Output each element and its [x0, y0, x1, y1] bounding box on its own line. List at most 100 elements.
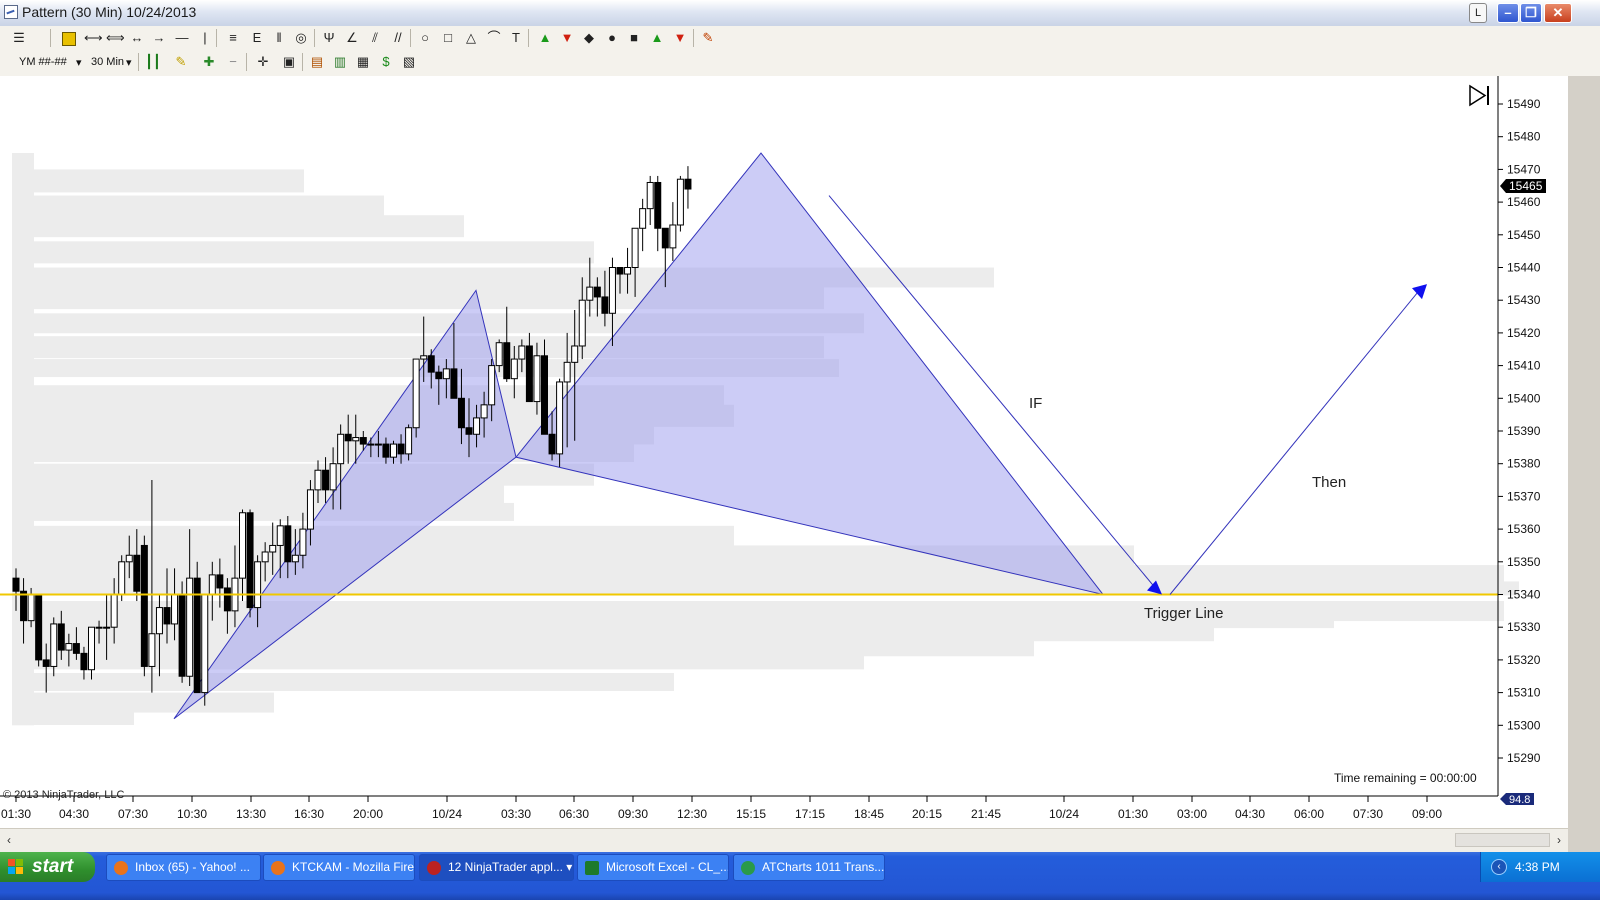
ellipse-icon[interactable]: ○ [416, 29, 434, 47]
time-tick-label: 06:00 [1294, 807, 1324, 821]
start-button[interactable]: start [0, 852, 95, 882]
vertical-line-icon[interactable]: | [196, 29, 214, 47]
candle-body [88, 626, 95, 671]
candle-body [125, 554, 133, 563]
maximize-button[interactable]: ❐ [1520, 3, 1542, 23]
fib-timezone-icon[interactable]: ‖ [270, 29, 288, 47]
square-icon[interactable]: ■ [625, 29, 643, 47]
diamond-icon[interactable]: ◆ [580, 29, 598, 47]
interval-selector[interactable]: 30 Min [91, 56, 124, 68]
extended-line-icon[interactable]: ↔ [128, 29, 146, 47]
price-tick-label: 15450 [1507, 228, 1541, 242]
candle-body [208, 574, 216, 596]
candle-body [473, 417, 481, 435]
time-tick-label: 03:00 [1177, 807, 1207, 821]
time-remaining-label: Time remaining = 00:00:00 [1334, 771, 1477, 785]
fib-circle-icon[interactable]: ◎ [292, 29, 310, 47]
then-label: Then [1312, 474, 1346, 491]
candle-body [525, 345, 533, 403]
price-tag: 15465 [1500, 179, 1546, 193]
horizontal-line-icon[interactable]: — [173, 29, 191, 47]
candle-body [390, 443, 397, 458]
candle-body [450, 368, 458, 399]
dot-icon[interactable]: ● [603, 29, 621, 47]
menu-icon[interactable]: ☰ [10, 29, 28, 47]
windows-logo-icon [8, 859, 23, 874]
candle-body [314, 469, 322, 491]
rectangle-icon[interactable]: □ [439, 29, 457, 47]
window-title: Pattern (30 Min) 10/24/2013 [22, 4, 197, 20]
candle-body [646, 181, 654, 210]
if-label: IF [1029, 395, 1042, 412]
time-tick-label: 18:45 [854, 807, 884, 821]
triangle-down-icon[interactable]: ▼ [671, 29, 689, 47]
minimize-button[interactable]: – [1497, 3, 1519, 23]
then-arrow-line[interactable] [1169, 286, 1423, 595]
price-tick-label: 15380 [1507, 457, 1541, 471]
arrow-down-icon[interactable]: ▼ [558, 29, 576, 47]
triangle-icon[interactable]: △ [462, 29, 480, 47]
pencil-icon[interactable]: ✎ [172, 53, 190, 71]
dollar-icon[interactable]: $ [377, 53, 395, 71]
time-tick-label: 01:30 [1, 807, 31, 821]
time-tick-label: 15:15 [736, 807, 766, 821]
candle-body [163, 607, 171, 625]
link-button[interactable]: L [1469, 3, 1487, 23]
scroll-right-icon[interactable]: › [1552, 833, 1566, 847]
text-icon[interactable]: T [507, 29, 525, 47]
line-icon[interactable]: ⟷ [84, 29, 103, 47]
volume-profile-bar [34, 627, 1214, 642]
price-chart[interactable]: IF Then Trigger Line 15490 15480 15470 1546… [0, 76, 1568, 828]
taskbar-item-ninjatrader[interactable]: 12 NinjaTrader appl... ▾ [419, 854, 574, 881]
taskbar-item-yahoo[interactable]: Inbox (65) - Yahoo! ... [106, 854, 261, 881]
crosshair-icon[interactable]: ✛ [254, 53, 272, 71]
fib-extension-icon[interactable]: E [248, 29, 266, 47]
price-tick-label: 15310 [1507, 686, 1541, 700]
regression-channel-icon[interactable]: ⫽ [366, 29, 384, 47]
data-box-icon[interactable]: ▣ [280, 53, 298, 71]
taskbar-item-atcharts[interactable]: ATCharts 1011 Trans... [733, 854, 885, 881]
triangle-up-icon[interactable]: ▲ [648, 29, 666, 47]
instrument-dropdown-icon[interactable]: ▾ [76, 56, 82, 69]
candle-body [480, 404, 488, 419]
trend-channel-icon[interactable]: // [389, 29, 407, 47]
candle-body [171, 594, 179, 625]
andrews-pitchfork-icon[interactable]: Ψ [320, 29, 338, 47]
candle-body [140, 544, 148, 667]
arc-icon[interactable]: ⌒ [485, 29, 503, 47]
scroll-left-icon[interactable]: ‹ [2, 833, 16, 847]
interval-dropdown-icon[interactable]: ▾ [126, 56, 132, 69]
candle-body [510, 358, 518, 380]
skip-to-end-icon[interactable] [1469, 84, 1489, 107]
ray-icon[interactable]: ⟺ [106, 29, 125, 47]
tray-expand-icon[interactable]: ‹ [1491, 859, 1507, 875]
arrow-up-icon[interactable]: ▲ [536, 29, 554, 47]
taskbar-item-excel[interactable]: Microsoft Excel - CL_... [577, 854, 729, 881]
taskbar: start Inbox (65) - Yahoo! ... KTCKAM - M… [0, 852, 1600, 900]
taskbar-item-ktckam[interactable]: KTCKAM - Mozilla Fire... [263, 854, 415, 881]
candle-body [405, 427, 413, 455]
zoom-in-icon[interactable]: ✚ [200, 53, 218, 71]
ruler-icon[interactable]: ✎ [699, 29, 717, 47]
price-chart-panel[interactable]: IF Then Trigger Line 15490 15480 15470 1546… [0, 76, 1568, 828]
instrument-selector[interactable]: YM ##-## [19, 56, 67, 68]
label-icon[interactable] [60, 29, 78, 47]
strategies-icon[interactable]: ▥ [331, 53, 349, 71]
fib-retracement-icon[interactable]: ≡ [224, 29, 242, 47]
time-axis[interactable]: 01:30 04:30 07:30 10:30 13:30 16:30 20:00 10/24… [0, 795, 1498, 821]
price-tick-label: 15350 [1507, 555, 1541, 569]
properties-icon[interactable]: ▦ [354, 53, 372, 71]
chart-style-icon[interactable]: ┃┃ [144, 53, 162, 71]
time-tick-label: 20:00 [353, 807, 383, 821]
candle-body [442, 368, 450, 380]
arrow-line-icon[interactable]: → [150, 29, 168, 47]
candle-body [291, 554, 299, 563]
templates-icon[interactable]: ▧ [400, 53, 418, 71]
close-button[interactable]: ✕ [1544, 3, 1572, 23]
indicators-icon[interactable]: ▤ [308, 53, 326, 71]
time-tick-label: 16:30 [294, 807, 324, 821]
gann-fan-icon[interactable]: ∠ [343, 29, 361, 47]
horizontal-scrollbar[interactable]: ‹ › [0, 828, 1568, 853]
scroll-thumb[interactable] [1455, 833, 1550, 847]
zoom-out-icon[interactable]: − [224, 53, 242, 71]
